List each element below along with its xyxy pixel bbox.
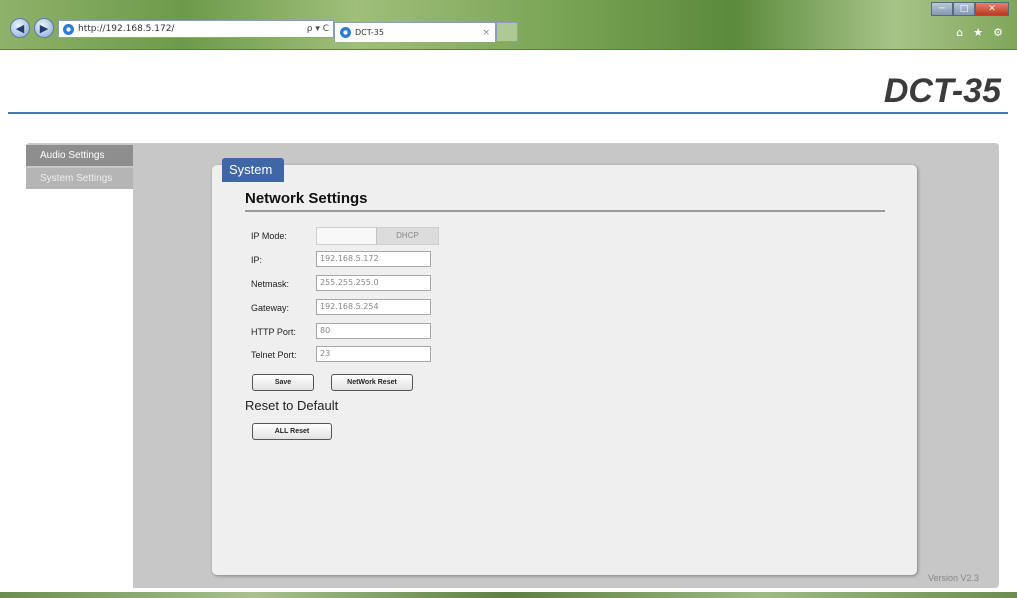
http-port-field[interactable]: 80	[316, 323, 431, 339]
address-bar[interactable]: http://192.168.5.172/ ρ ▾ C	[58, 20, 334, 38]
netmask-field[interactable]: 255.255.255.0	[316, 275, 431, 291]
settings-gear-icon[interactable]: ⚙	[993, 26, 1003, 39]
gateway-field[interactable]: 192.168.5.254	[316, 299, 431, 315]
http-port-label: HTTP Port:	[251, 327, 296, 337]
header-divider	[8, 112, 1008, 114]
address-tools[interactable]: ρ ▾ C	[307, 24, 329, 34]
minimize-icon[interactable]: ─	[931, 2, 953, 16]
tab-close-icon[interactable]: ×	[482, 28, 490, 38]
gateway-label: Gateway:	[251, 303, 290, 313]
desktop-edge	[0, 592, 1017, 598]
toolbar-icons: ⌂ ★ ⚙	[956, 26, 1003, 39]
ie-page-icon	[63, 23, 74, 35]
back-arrow-icon[interactable]: ◀	[10, 18, 30, 38]
save-button[interactable]: Save	[252, 374, 314, 391]
product-title: DCT-35	[883, 72, 1001, 110]
netmask-label: Netmask:	[251, 279, 290, 289]
favorites-star-icon[interactable]: ★	[973, 26, 983, 39]
new-tab-button[interactable]	[496, 22, 518, 42]
browser-tab[interactable]: DCT-35 ×	[334, 22, 496, 42]
ip-mode-dhcp-option[interactable]: DHCP	[376, 228, 438, 244]
reset-to-default-title: Reset to Default	[245, 398, 339, 413]
ip-mode-toggle[interactable]: DHCP	[316, 227, 439, 245]
sidebar-background	[26, 188, 133, 588]
address-text[interactable]: http://192.168.5.172/	[78, 24, 307, 34]
maximize-icon[interactable]: □	[953, 2, 975, 16]
telnet-port-label: Telnet Port:	[251, 350, 297, 360]
all-reset-button[interactable]: ALL Reset	[252, 423, 332, 440]
sidebar-item-audio-settings[interactable]: Audio Settings	[26, 145, 133, 166]
tab-system[interactable]: System	[222, 158, 284, 182]
ip-label: IP:	[251, 255, 263, 265]
ip-mode-label: IP Mode:	[251, 231, 287, 241]
ip-field[interactable]: 192.168.5.172	[316, 251, 431, 267]
browser-toolbar: ◀ ▶ http://192.168.5.172/ ρ ▾ C DCT-35 ×…	[0, 0, 1017, 50]
ip-mode-static-option[interactable]	[317, 228, 376, 244]
network-reset-button[interactable]: NetWork Reset	[331, 374, 413, 391]
version-label: Version V2.3	[928, 573, 980, 583]
section-divider	[245, 210, 885, 212]
window-controls: ─ □ ✕	[931, 2, 1009, 16]
tab-title[interactable]: DCT-35	[355, 28, 482, 37]
sidebar-item-system-settings[interactable]: System Settings	[26, 168, 133, 189]
forward-arrow-icon[interactable]: ▶	[34, 18, 54, 38]
network-settings-title: Network Settings	[245, 190, 368, 207]
window-close-icon[interactable]: ✕	[975, 2, 1009, 16]
tab-page-icon	[340, 27, 351, 38]
home-icon[interactable]: ⌂	[956, 26, 963, 39]
telnet-port-field[interactable]: 23	[316, 346, 431, 362]
